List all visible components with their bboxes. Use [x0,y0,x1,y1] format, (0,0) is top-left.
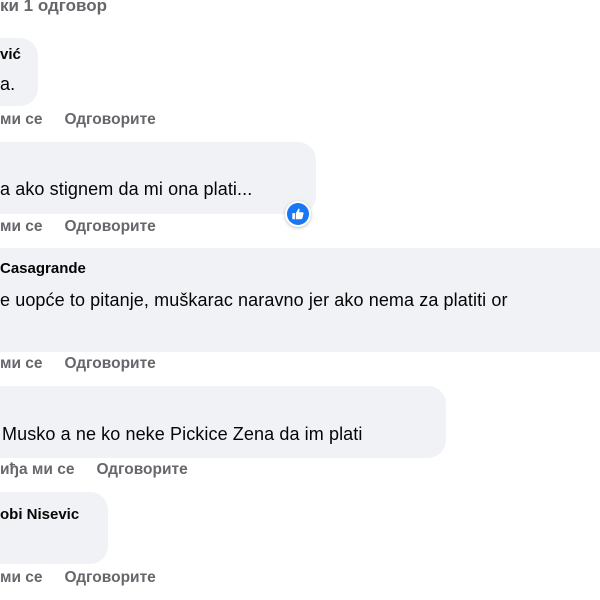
comment-author[interactable]: Casagrande [0,260,86,277]
reply-button[interactable]: Одговорите [96,461,187,478]
comment-text: e uopće to pitanje, muškarac naravno jer… [0,290,508,310]
comment-bubble: a ako stignem da mi ona plati... [0,142,316,214]
comment-actions: ми се Одговорите [0,111,156,129]
like-button[interactable]: ми се [0,355,43,372]
comment-text: a ako stignem da mi ona plati... [0,179,253,199]
reply-button[interactable]: Одговорите [65,111,156,128]
like-button[interactable]: ми се [0,111,43,128]
reply-button[interactable]: Одговорите [65,569,156,586]
like-icon [287,203,309,225]
view-replies-link[interactable]: ки 1 одговор [0,0,107,16]
comment-bubble: Casagrande e uopće to pitanje, muškarac … [0,248,600,352]
comment-actions: ми се Одговорите [0,355,156,373]
comment-actions: ми се Одговорите [0,218,156,236]
reply-button[interactable]: Одговорите [65,355,156,372]
comment-bubble: vić a. [0,38,38,106]
comment-text: Musko a ne ko neke Pickice Zena da im pl… [2,424,363,444]
comment-actions: ми се Одговорите [0,569,156,587]
reaction-badge[interactable] [285,201,311,227]
comment-thread: ки 1 одговор vić a. ми се Одговорите a ak… [0,0,600,600]
comment-text: a. [0,74,16,94]
comment-bubble: Musko a ne ko neke Pickice Zena da im pl… [0,386,446,458]
comment-author[interactable]: vić [0,46,21,63]
comment-author[interactable]: obi Nisevic [0,506,79,523]
comment-actions: иђа ми се Одговорите [0,461,188,479]
like-button[interactable]: ми се [0,569,43,586]
reply-button[interactable]: Одговорите [65,218,156,235]
like-button[interactable]: ми се [0,218,43,235]
comment-bubble: obi Nisevic [0,492,108,564]
like-button[interactable]: иђа ми се [0,461,74,478]
